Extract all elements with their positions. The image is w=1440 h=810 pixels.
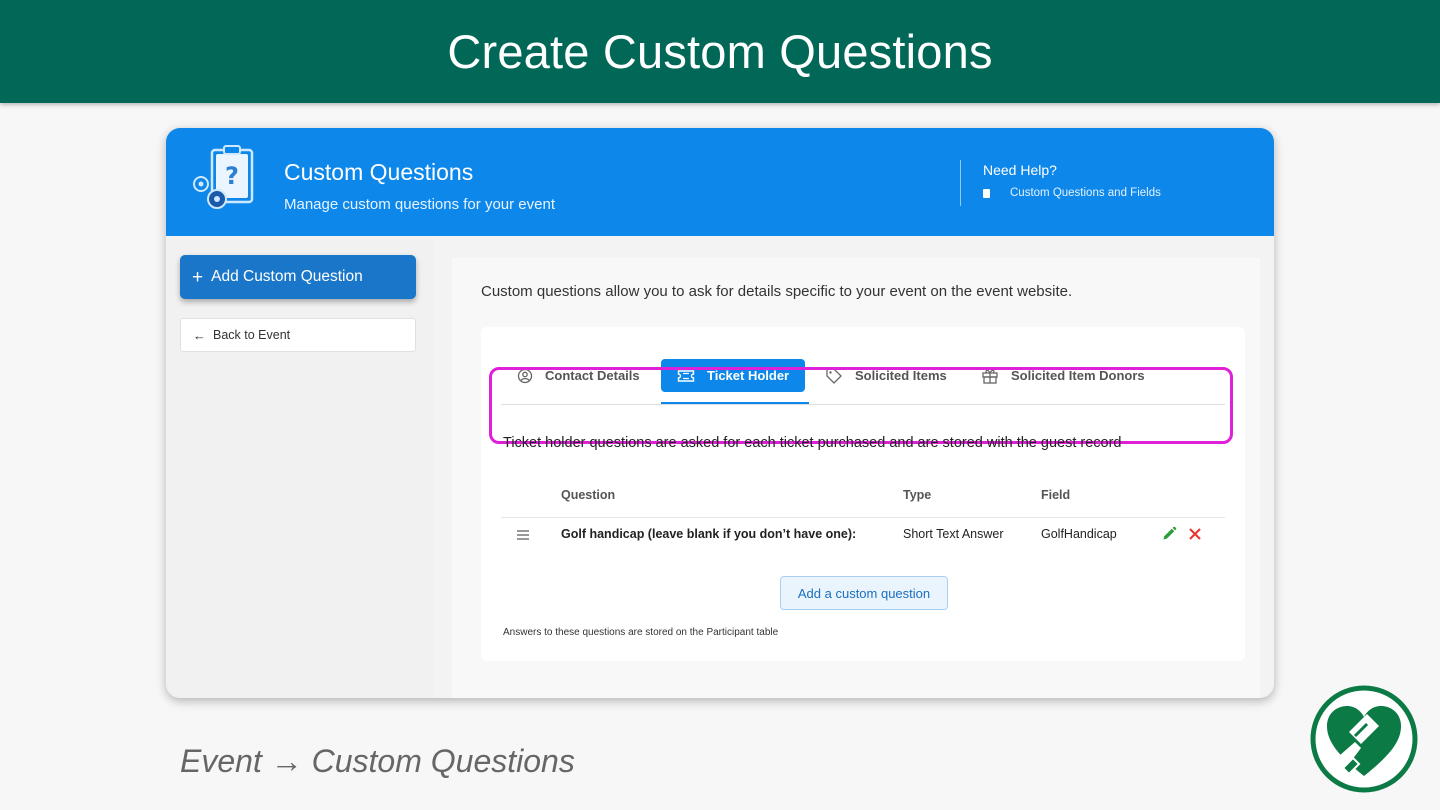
storage-footnote: Answers to these questions are stored on… [503, 627, 779, 638]
category-tabs: Contact Details Ticket Holder Solicited … [489, 357, 1233, 444]
add-custom-question-button[interactable]: + Add Custom Question [180, 255, 416, 299]
svg-text:?: ? [225, 162, 239, 190]
clipboard-question-icon: ? [193, 145, 254, 209]
app-header: ? Custom Questions Manage custom questio… [166, 128, 1274, 236]
row-type: Short Text Answer [903, 527, 1004, 541]
column-header-question: Question [561, 488, 616, 502]
header-divider [960, 160, 961, 206]
drag-handle-icon[interactable] [517, 530, 529, 540]
navigation-caption: Event → Custom Questions [180, 743, 575, 779]
back-to-event-button[interactable]: ← Back to Event [180, 318, 416, 352]
column-header-type: Type [903, 488, 932, 502]
document-icon [983, 188, 990, 198]
plus-icon: + [192, 266, 204, 288]
main-content: Custom questions allow you to ask for de… [452, 258, 1260, 698]
heart-hand-logo-icon [1310, 685, 1418, 793]
add-a-custom-question-button[interactable]: Add a custom question [780, 576, 948, 610]
table-header: Question Type Field [501, 488, 1225, 518]
column-header-field: Field [1041, 488, 1071, 502]
tab-description: Ticket holder questions are asked for ea… [503, 435, 1122, 451]
table-row: Golf handicap (leave blank if you don’t … [501, 526, 1225, 557]
header-subtitle: Manage custom questions for your event [284, 196, 555, 213]
slide-title: Create Custom Questions [447, 25, 993, 78]
row-question: Golf handicap (leave blank if you don’t … [561, 527, 857, 541]
slide-banner: Create Custom Questions [0, 0, 1440, 103]
tabs-highlight-frame [489, 367, 1233, 444]
delete-x-icon[interactable] [1187, 526, 1203, 542]
add-custom-question-label: Add Custom Question [211, 268, 363, 285]
help-link-label: Custom Questions and Fields [1010, 187, 1161, 199]
app-screenshot: ? Custom Questions Manage custom questio… [166, 128, 1274, 698]
help-title: Need Help? [983, 162, 1057, 178]
questions-card: Contact Details Ticket Holder Solicited … [481, 327, 1245, 661]
sidebar: + Add Custom Question ← Back to Event [166, 236, 434, 698]
back-to-event-label: Back to Event [213, 328, 291, 342]
help-link[interactable]: Custom Questions and Fields [983, 187, 1161, 199]
intro-text: Custom questions allow you to ask for de… [481, 283, 1073, 300]
header-title: Custom Questions [284, 159, 474, 185]
row-field: GolfHandicap [1041, 527, 1117, 541]
edit-pencil-icon[interactable] [1161, 526, 1177, 542]
arrow-left-icon: ← [193, 327, 206, 343]
